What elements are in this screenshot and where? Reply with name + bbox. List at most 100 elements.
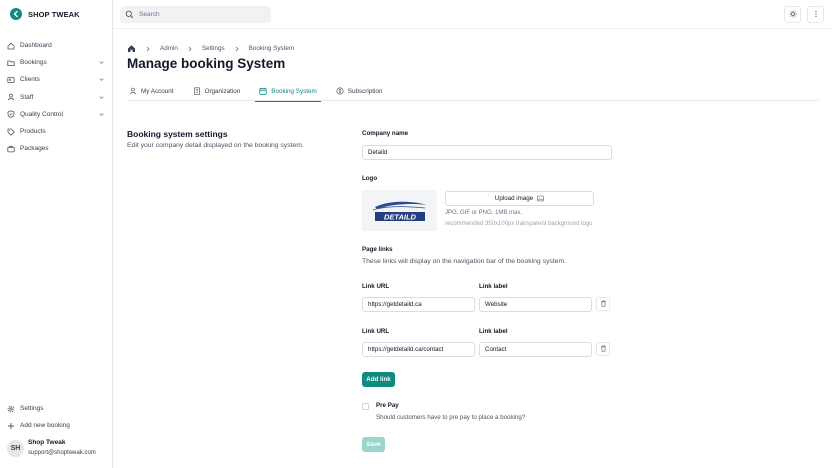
chevron-down-icon bbox=[97, 93, 105, 101]
company-name-field[interactable] bbox=[362, 145, 612, 160]
user-info: Shop Tweak support@shoptweak.com bbox=[28, 438, 96, 458]
topbar bbox=[113, 0, 832, 29]
more-vertical-icon bbox=[812, 10, 820, 20]
tab-booking-system[interactable]: Booking System bbox=[255, 81, 321, 102]
avatar: SH bbox=[7, 439, 24, 457]
tab-label: Booking System bbox=[271, 87, 317, 95]
sidebar-item-products[interactable]: Products bbox=[0, 123, 112, 140]
sidebar-item-add-new-booking[interactable]: Add new booking bbox=[0, 417, 112, 434]
sun-icon bbox=[789, 10, 797, 20]
tab-label: Subscription bbox=[347, 87, 383, 95]
save-button[interactable]: Save bbox=[362, 437, 385, 452]
upload-image-label: Upload image bbox=[494, 195, 534, 202]
link-label-label: Link label bbox=[479, 283, 508, 290]
upload-hint-secondary: recommended 350x100px transparent backgr… bbox=[445, 221, 593, 227]
page-title: Manage booking System bbox=[127, 56, 286, 71]
search-input[interactable] bbox=[139, 11, 259, 18]
user-profile[interactable]: SH Shop Tweak support@shoptweak.com bbox=[7, 438, 96, 458]
breadcrumb: Admin Settings Booking System bbox=[127, 44, 294, 53]
home-icon[interactable] bbox=[127, 44, 136, 53]
users-icon bbox=[7, 76, 15, 84]
shield-icon bbox=[7, 110, 15, 119]
trash-icon bbox=[600, 300, 607, 309]
page-links-description: These links will display on the navigati… bbox=[362, 258, 567, 265]
home-icon bbox=[7, 42, 15, 50]
tab-label: Organization bbox=[204, 87, 241, 95]
more-options-button[interactable] bbox=[807, 6, 824, 23]
link-url-label: Link URL bbox=[362, 283, 390, 290]
link-url-input[interactable] bbox=[362, 297, 475, 312]
building-icon bbox=[193, 87, 201, 95]
tag-icon bbox=[7, 128, 15, 136]
brand-name: SHOP TWEAK bbox=[28, 9, 80, 19]
sidebar-item-dashboard[interactable]: Dashboard bbox=[0, 37, 112, 54]
prepay-label: Pre Pay bbox=[376, 402, 399, 409]
sidebar-item-label: Products bbox=[20, 128, 46, 136]
search-icon bbox=[125, 10, 134, 19]
chevron-right-icon bbox=[234, 46, 240, 52]
link-url-input[interactable] bbox=[362, 342, 475, 357]
chevron-down-icon bbox=[97, 59, 105, 67]
company-name-label: Company name bbox=[362, 130, 409, 137]
sidebar-item-label: Quality Control bbox=[20, 110, 63, 118]
calendar-icon bbox=[259, 87, 267, 95]
upload-image-button[interactable]: Upload image bbox=[445, 191, 594, 206]
tab-subscription[interactable]: Subscription bbox=[334, 81, 385, 101]
sidebar-item-clients[interactable]: Clients bbox=[0, 71, 112, 88]
chevron-right-icon bbox=[145, 46, 151, 52]
user-name: Shop Tweak bbox=[28, 439, 66, 446]
trash-icon bbox=[600, 345, 607, 354]
briefcase-icon bbox=[7, 145, 15, 153]
plus-icon bbox=[7, 422, 15, 430]
link-label-input[interactable] bbox=[479, 342, 592, 357]
page-links-label: Page links bbox=[362, 246, 393, 253]
chevron-down-icon bbox=[97, 76, 105, 84]
add-link-button[interactable]: Add link bbox=[362, 372, 395, 387]
tab-label: My Account bbox=[141, 87, 174, 95]
detaild-logo-image: DETAILD bbox=[372, 201, 427, 221]
link-label-label: Link label bbox=[479, 328, 508, 335]
brand[interactable]: SHOP TWEAK bbox=[10, 8, 80, 20]
sidebar-bottom: Settings Add new booking bbox=[0, 400, 112, 434]
sidebar-item-label: Packages bbox=[20, 145, 49, 153]
gear-icon bbox=[7, 405, 15, 413]
sidebar-item-label: Add new booking bbox=[20, 422, 70, 430]
sidebar-item-settings[interactable]: Settings bbox=[0, 400, 112, 417]
chevron-down-icon bbox=[97, 110, 105, 118]
user-email: support@shoptweak.com bbox=[28, 450, 96, 456]
dollar-icon bbox=[336, 87, 344, 95]
delete-link-button[interactable] bbox=[596, 297, 610, 311]
sidebar-item-label: Clients bbox=[20, 76, 40, 84]
sidebar: SHOP TWEAK Dashboard Bookings Clients St… bbox=[0, 0, 113, 468]
upload-hint: JPG, GIF or PNG. 1MB max. bbox=[445, 210, 523, 216]
prepay-description: Should customers have to pre pay to plac… bbox=[376, 414, 526, 421]
user-icon bbox=[7, 93, 15, 101]
tabs: My Account Organization Booking System S… bbox=[127, 81, 819, 102]
link-label-input[interactable] bbox=[479, 297, 592, 312]
breadcrumb-booking-system[interactable]: Booking System bbox=[249, 45, 295, 52]
sidebar-item-quality-control[interactable]: Quality Control bbox=[0, 106, 112, 123]
tab-my-account[interactable]: My Account bbox=[127, 81, 176, 101]
brand-logo-icon bbox=[10, 8, 22, 20]
section-title: Booking system settings bbox=[127, 129, 228, 139]
sidebar-item-label: Staff bbox=[20, 93, 34, 101]
prepay-checkbox[interactable] bbox=[362, 403, 369, 410]
chevron-right-icon bbox=[187, 46, 193, 52]
breadcrumb-admin[interactable]: Admin bbox=[160, 45, 178, 52]
user-icon bbox=[129, 87, 137, 95]
logo-label: Logo bbox=[362, 175, 378, 182]
theme-toggle-button[interactable] bbox=[784, 6, 801, 23]
sidebar-item-label: Dashboard bbox=[20, 42, 52, 50]
link-url-label: Link URL bbox=[362, 328, 390, 335]
tab-organization[interactable]: Organization bbox=[191, 81, 243, 101]
sidebar-nav: Dashboard Bookings Clients Staff Quality… bbox=[0, 37, 112, 157]
breadcrumb-settings[interactable]: Settings bbox=[202, 45, 225, 52]
logo-preview: DETAILD bbox=[362, 190, 437, 231]
folder-icon bbox=[7, 59, 15, 67]
search-box[interactable] bbox=[120, 6, 271, 23]
sidebar-item-staff[interactable]: Staff bbox=[0, 89, 112, 106]
section-description: Edit your company detail displayed on th… bbox=[127, 142, 304, 149]
delete-link-button[interactable] bbox=[596, 342, 610, 356]
sidebar-item-packages[interactable]: Packages bbox=[0, 140, 112, 157]
sidebar-item-bookings[interactable]: Bookings bbox=[0, 54, 112, 71]
